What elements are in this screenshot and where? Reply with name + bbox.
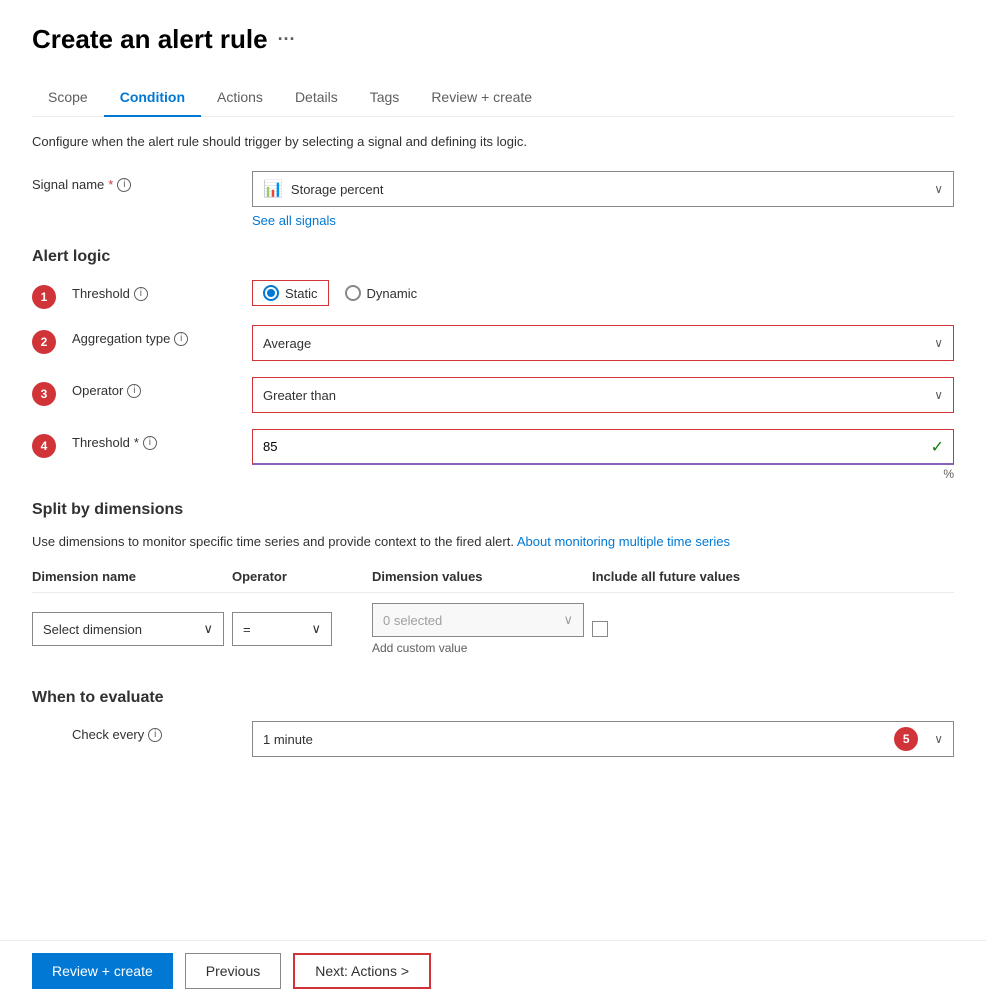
threshold-value-label: Threshold * i bbox=[72, 429, 252, 450]
dim-values-dropdown[interactable]: 0 selected ∨ bbox=[372, 603, 584, 637]
step-2-badge: 2 bbox=[32, 330, 56, 354]
dynamic-radio-button[interactable] bbox=[345, 285, 361, 301]
threshold-label: Threshold i bbox=[72, 280, 252, 301]
step-3-badge: 3 bbox=[32, 382, 56, 406]
check-every-row: Check every i 1 minute 5 ∨ bbox=[32, 721, 954, 757]
dim-col-future: Include all future values bbox=[592, 569, 772, 584]
dim-operator-dropdown[interactable]: = ∨ bbox=[232, 612, 332, 646]
aggregation-dropdown-arrow-icon: ∨ bbox=[934, 336, 943, 350]
threshold-unit-label: % bbox=[252, 467, 954, 481]
operator-info-icon[interactable]: i bbox=[127, 384, 141, 398]
dim-col-name: Dimension name bbox=[32, 569, 232, 584]
step-1-badge: 1 bbox=[32, 285, 56, 309]
check-every-dropdown-arrow-icon: ∨ bbox=[934, 732, 943, 746]
aggregation-info-icon[interactable]: i bbox=[174, 332, 188, 346]
dim-col-operator: Operator bbox=[232, 569, 372, 584]
dim-name-cell: Select dimension ∨ bbox=[32, 612, 232, 646]
check-every-dropdown[interactable]: 1 minute 5 ∨ bbox=[252, 721, 954, 757]
dimension-dropdown-arrow-icon: ∨ bbox=[203, 621, 213, 637]
alert-logic-section-title: Alert logic bbox=[32, 248, 954, 266]
tab-tags[interactable]: Tags bbox=[354, 79, 416, 117]
dimensions-table-header: Dimension name Operator Dimension values… bbox=[32, 565, 954, 593]
dim-col-values: Dimension values bbox=[372, 569, 592, 584]
threshold-input-wrapper: 85 ✓ bbox=[252, 429, 954, 465]
dimensions-table-row: Select dimension ∨ = ∨ 0 selected ∨ Add … bbox=[32, 593, 954, 665]
dim-values-placeholder: 0 selected bbox=[383, 613, 442, 628]
dim-values-arrow-icon: ∨ bbox=[563, 612, 573, 628]
page-title-row: Create an alert rule ··· bbox=[32, 24, 954, 55]
dim-future-cell bbox=[592, 621, 772, 637]
aggregation-type-row: 2 Aggregation type i Average ∨ bbox=[32, 325, 954, 361]
check-every-value: 1 minute bbox=[263, 732, 313, 747]
page-title-options[interactable]: ··· bbox=[278, 29, 296, 50]
tab-bar: Scope Condition Actions Details Tags Rev… bbox=[32, 79, 954, 117]
step-4-badge: 4 bbox=[32, 434, 56, 458]
dimension-placeholder: Select dimension bbox=[43, 622, 142, 637]
dynamic-label: Dynamic bbox=[367, 286, 418, 301]
dynamic-radio-option[interactable]: Dynamic bbox=[345, 285, 418, 301]
operator-dropdown[interactable]: Greater than ∨ bbox=[252, 377, 954, 413]
check-every-label: Check every i bbox=[72, 721, 252, 742]
page-title: Create an alert rule bbox=[32, 24, 268, 55]
signal-name-label: Signal name * i bbox=[32, 171, 252, 192]
signal-name-dropdown[interactable]: 📊 Storage percent ∨ bbox=[252, 171, 954, 207]
aggregation-type-dropdown[interactable]: Average ∨ bbox=[252, 325, 954, 361]
dim-operator-value: = bbox=[243, 622, 251, 637]
static-radio-option[interactable]: Static bbox=[263, 285, 318, 301]
signal-name-row: Signal name * i 📊 Storage percent ∨ See … bbox=[32, 171, 954, 228]
threshold-radio-control: Static Dynamic bbox=[252, 280, 954, 306]
signal-chart-icon: 📊 bbox=[263, 179, 283, 199]
static-option-box: Static bbox=[252, 280, 329, 306]
tab-details[interactable]: Details bbox=[279, 79, 354, 117]
operator-row: 3 Operator i Greater than ∨ bbox=[32, 377, 954, 413]
tab-review-create[interactable]: Review + create bbox=[415, 79, 548, 117]
threshold-info-icon[interactable]: i bbox=[134, 287, 148, 301]
review-create-button[interactable]: Review + create bbox=[32, 953, 173, 989]
signal-name-info-icon[interactable]: i bbox=[117, 178, 131, 192]
static-radio-dot bbox=[267, 289, 275, 297]
previous-button[interactable]: Previous bbox=[185, 953, 281, 989]
split-description: Use dimensions to monitor specific time … bbox=[32, 533, 954, 551]
dim-operator-cell: = ∨ bbox=[232, 612, 372, 646]
tab-scope[interactable]: Scope bbox=[32, 79, 104, 117]
tab-condition[interactable]: Condition bbox=[104, 79, 201, 117]
threshold-value-input[interactable]: 85 bbox=[252, 429, 954, 465]
operator-value: Greater than bbox=[263, 388, 336, 403]
threshold-value-info-icon[interactable]: i bbox=[143, 436, 157, 450]
check-every-control: 1 minute 5 ∨ bbox=[252, 721, 954, 757]
tab-actions[interactable]: Actions bbox=[201, 79, 279, 117]
threshold-check-icon: ✓ bbox=[931, 437, 944, 457]
operator-label: Operator i bbox=[72, 377, 252, 398]
add-custom-value-label: Add custom value bbox=[372, 641, 592, 655]
aggregation-type-value: Average bbox=[263, 336, 311, 351]
dim-values-cell: 0 selected ∨ Add custom value bbox=[372, 603, 592, 655]
signal-name-value: Storage percent bbox=[291, 182, 384, 197]
page-description: Configure when the alert rule should tri… bbox=[32, 133, 954, 151]
select-dimension-dropdown[interactable]: Select dimension ∨ bbox=[32, 612, 224, 646]
about-monitoring-link[interactable]: About monitoring multiple time series bbox=[517, 534, 730, 549]
operator-control: Greater than ∨ bbox=[252, 377, 954, 413]
check-every-info-icon[interactable]: i bbox=[148, 728, 162, 742]
aggregation-type-control: Average ∨ bbox=[252, 325, 954, 361]
aggregation-type-label: Aggregation type i bbox=[72, 325, 252, 346]
split-by-dimensions-section-title: Split by dimensions bbox=[32, 501, 954, 519]
threshold-type-row: 1 Threshold i Static Dynamic bbox=[32, 280, 954, 309]
see-all-signals-link[interactable]: See all signals bbox=[252, 213, 954, 228]
static-label: Static bbox=[285, 286, 318, 301]
signal-name-control: 📊 Storage percent ∨ See all signals bbox=[252, 171, 954, 228]
threshold-value-row: 4 Threshold * i 85 ✓ % bbox=[32, 429, 954, 481]
static-radio-button[interactable] bbox=[263, 285, 279, 301]
operator-dropdown-arrow-icon: ∨ bbox=[934, 388, 943, 402]
next-actions-button[interactable]: Next: Actions > bbox=[293, 953, 431, 989]
threshold-radio-group: Static Dynamic bbox=[252, 280, 954, 306]
when-to-evaluate-section-title: When to evaluate bbox=[32, 689, 954, 707]
dim-operator-arrow-icon: ∨ bbox=[311, 621, 321, 637]
step-5-badge: 5 bbox=[894, 727, 918, 751]
bottom-bar: Review + create Previous Next: Actions > bbox=[0, 940, 986, 1001]
include-future-values-checkbox[interactable] bbox=[592, 621, 608, 637]
signal-dropdown-arrow-icon: ∨ bbox=[934, 182, 943, 196]
threshold-value-control: 85 ✓ % bbox=[252, 429, 954, 481]
